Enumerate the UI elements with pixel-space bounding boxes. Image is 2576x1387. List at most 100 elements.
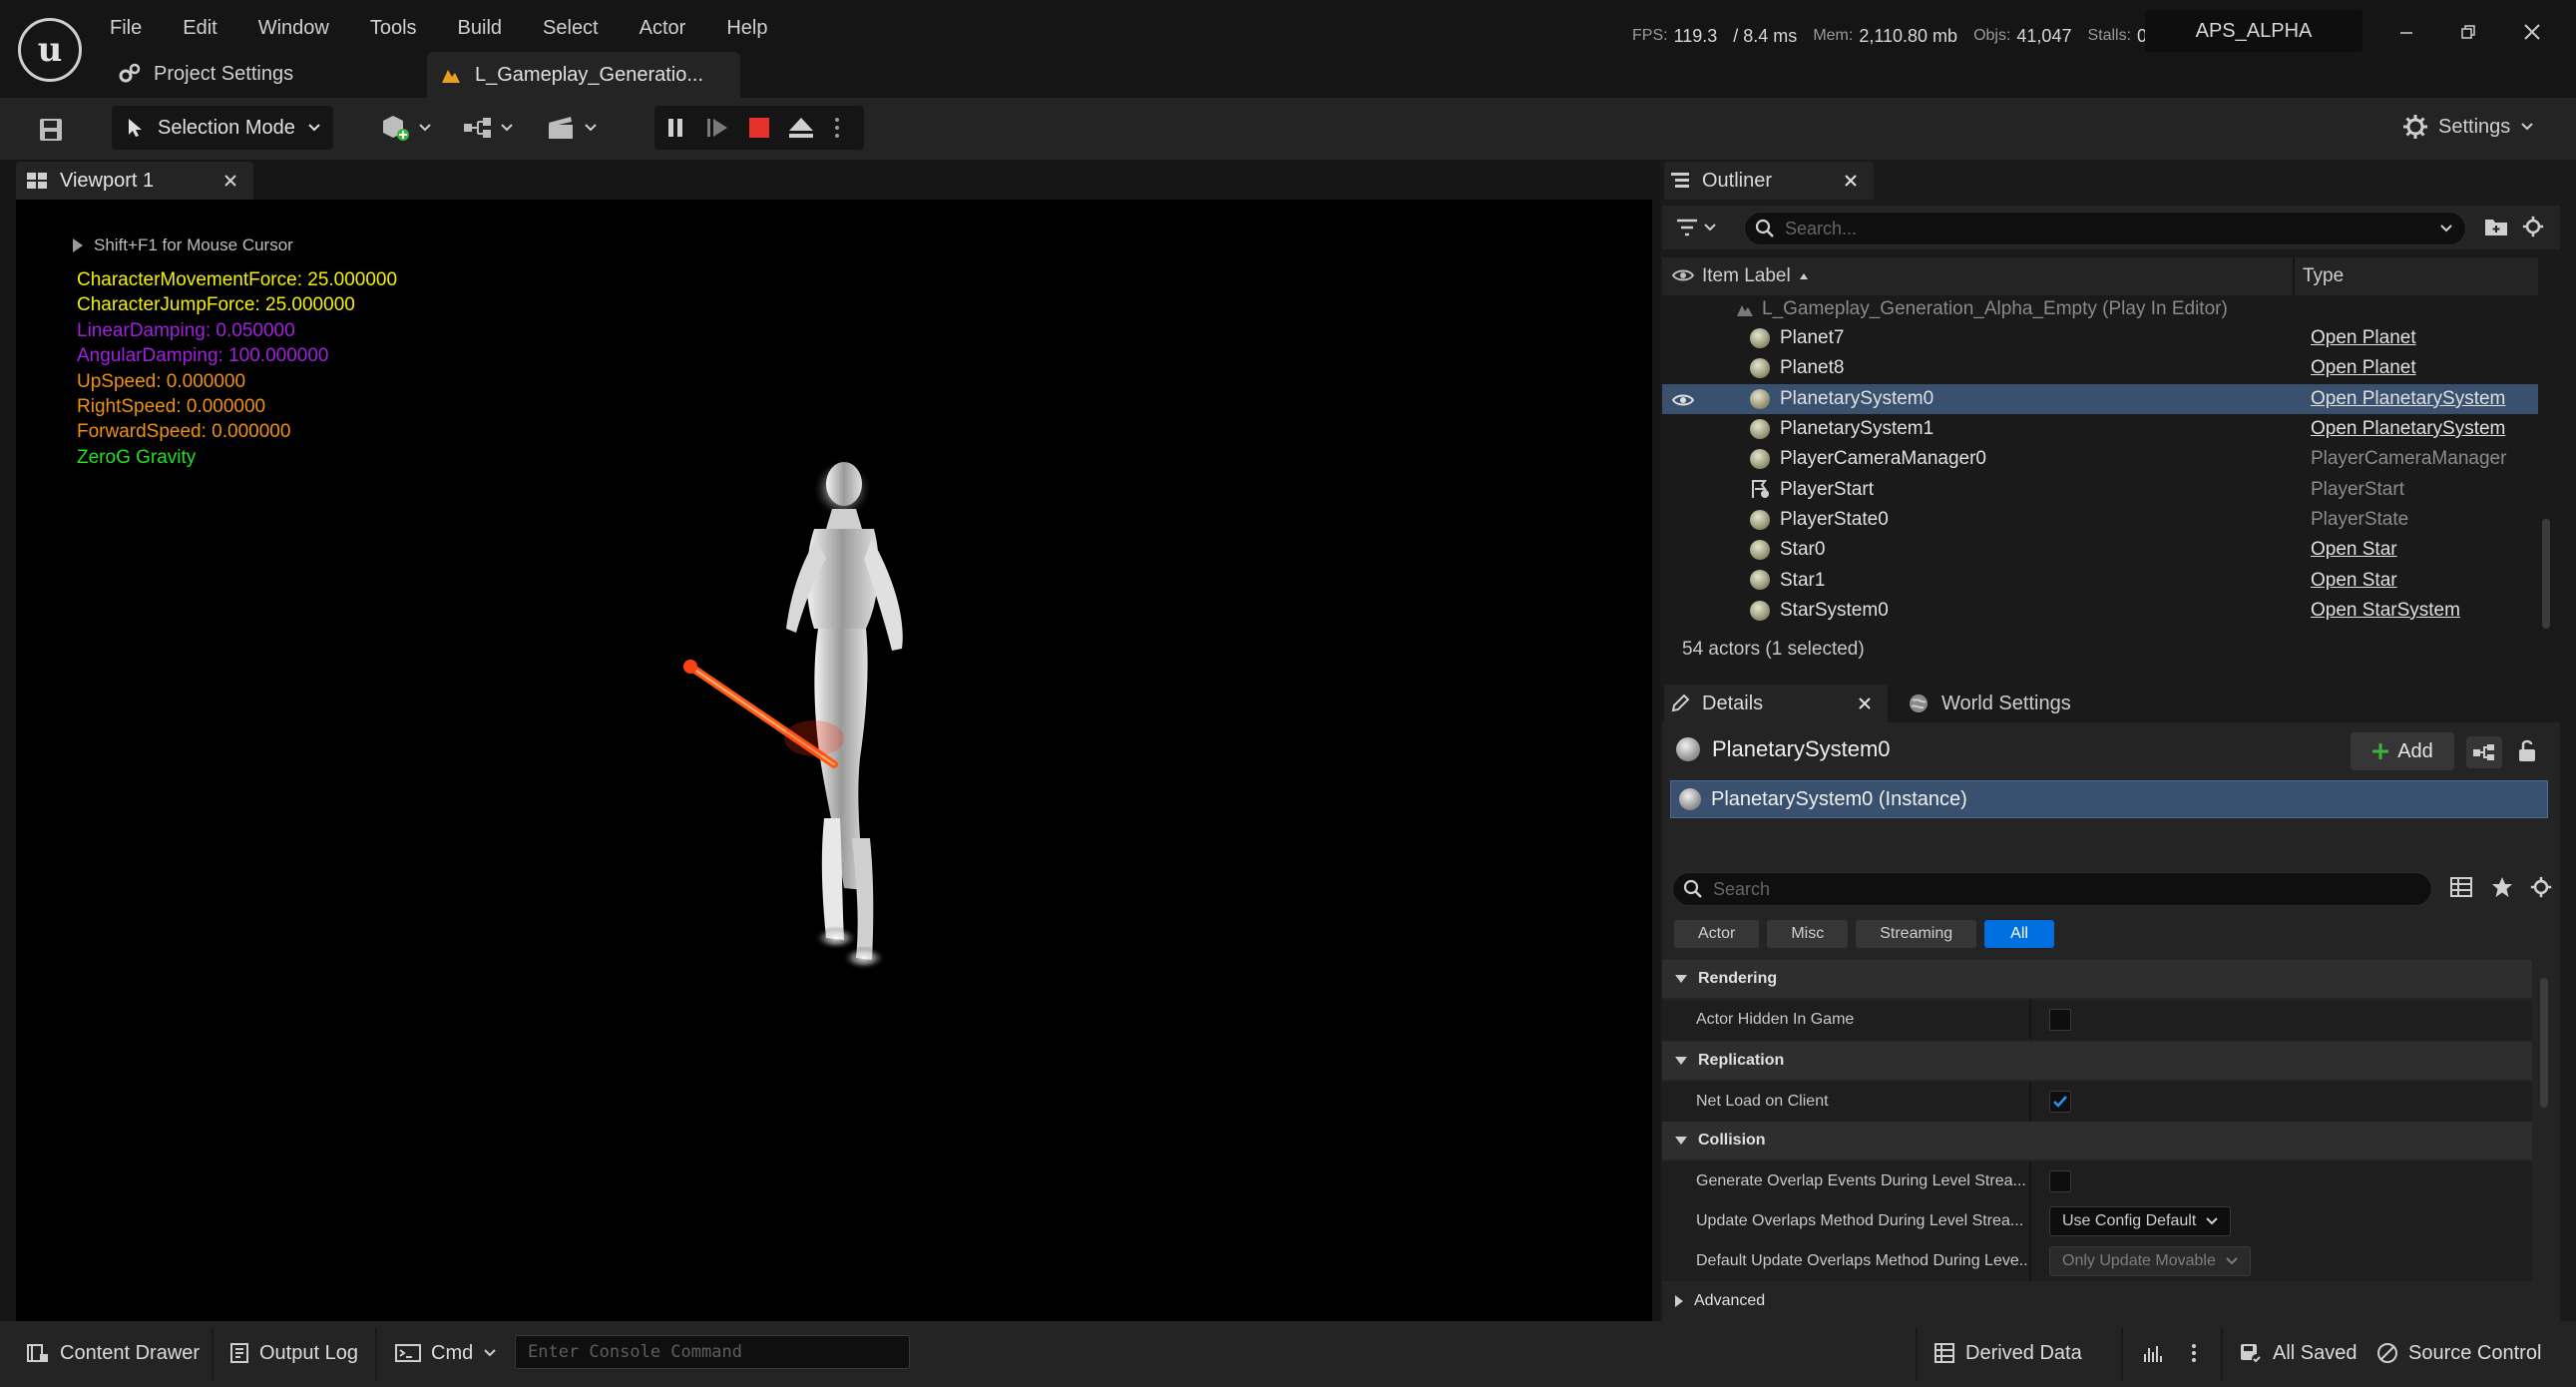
trace-button[interactable] — [2141, 1333, 2163, 1373]
fps-label: FPS: — [1632, 27, 1668, 44]
outliner-row[interactable]: PlanetarySystem1 Open PlanetarySystem — [1662, 414, 2538, 444]
menu-help[interactable]: Help — [726, 17, 767, 40]
settings-button[interactable]: Settings — [2402, 112, 2534, 142]
outliner-type-link[interactable]: Open Star — [2311, 570, 2397, 592]
minimize-button[interactable] — [2386, 14, 2426, 50]
close-icon[interactable] — [223, 174, 237, 188]
outliner-row[interactable]: PlayerCameraManager0 PlayerCameraManager — [1662, 444, 2538, 474]
eject-button[interactable] — [780, 117, 822, 139]
all-saved-button[interactable]: All Saved — [2239, 1333, 2358, 1373]
menu-edit[interactable]: Edit — [183, 17, 216, 40]
save-button[interactable] — [28, 110, 72, 150]
world-settings-tab[interactable]: World Settings — [1908, 687, 2071, 720]
blueprint-button[interactable] — [461, 110, 513, 146]
add-actor-button[interactable] — [379, 110, 431, 146]
component-tree-root[interactable]: PlanetarySystem0 (Instance) — [1670, 780, 2548, 818]
outliner-root-row[interactable]: L_Gameplay_Generation_Alpha_Empty (Play … — [1662, 295, 2538, 323]
category-replication[interactable]: Replication — [1662, 1042, 2532, 1080]
close-icon[interactable] — [1844, 174, 1858, 188]
filter-misc[interactable]: Misc — [1767, 920, 1849, 948]
outliner-row[interactable]: StarSystem0 Open StarSystem — [1662, 596, 2538, 626]
table-view-button[interactable] — [2450, 876, 2472, 898]
outliner-row[interactable]: PlayerStart PlayerStart — [1662, 474, 2538, 504]
net-load-checkbox[interactable] — [2049, 1088, 2071, 1113]
outliner-row[interactable]: Star1 Open Star — [1662, 565, 2538, 595]
actor-hidden-checkbox[interactable] — [2049, 1006, 2071, 1031]
cinematics-button[interactable] — [545, 110, 597, 146]
filter-streaming[interactable]: Streaming — [1856, 920, 1977, 948]
outliner-row[interactable]: PlanetarySystem0 Open PlanetarySystem — [1662, 383, 2538, 414]
console-command-input[interactable]: Enter Console Command — [515, 1335, 910, 1369]
pause-button[interactable] — [654, 117, 696, 139]
outliner-type-link[interactable]: Open Star — [2311, 539, 2397, 561]
filter-all[interactable]: All — [1984, 920, 2054, 948]
column-divider[interactable] — [2029, 1241, 2031, 1281]
item-label-column-header[interactable]: Item Label — [1702, 265, 1809, 287]
source-control-button[interactable]: Source Control — [2376, 1333, 2541, 1373]
visibility-column-icon[interactable] — [1672, 267, 1694, 283]
outliner-row[interactable]: Planet7 Open Planet — [1662, 323, 2538, 353]
outliner-type-link[interactable]: Open Planet — [2311, 357, 2416, 379]
category-rendering[interactable]: Rendering — [1662, 960, 2532, 998]
status-options-button[interactable] — [2191, 1333, 2197, 1373]
menu-select[interactable]: Select — [543, 17, 599, 40]
outliner-settings-button[interactable] — [2522, 216, 2544, 237]
content-drawer-button[interactable]: Content Drawer — [26, 1333, 200, 1373]
outliner-row[interactable]: Star0 Open Star — [1662, 535, 2538, 565]
visibility-eye-icon[interactable] — [1672, 392, 1694, 408]
type-column-header[interactable]: Type — [2303, 265, 2344, 287]
project-settings-tab[interactable]: Project Settings — [118, 60, 293, 88]
generate-overlap-checkbox[interactable] — [2049, 1167, 2071, 1192]
output-log-button[interactable]: Output Log — [229, 1333, 358, 1373]
add-component-button[interactable]: Add — [2351, 732, 2454, 770]
update-overlaps-dropdown[interactable]: Use Config Default — [2049, 1206, 2232, 1236]
outliner-tab[interactable]: Outliner — [1664, 162, 1874, 200]
details-tab[interactable]: Details — [1664, 685, 1888, 722]
outliner-filter-button[interactable] — [1676, 218, 1716, 237]
outliner-type-link[interactable]: Open StarSystem — [2311, 600, 2460, 622]
blueprint-convert-button[interactable] — [2466, 736, 2502, 768]
column-divider[interactable] — [2029, 1201, 2031, 1241]
category-collision[interactable]: Collision — [1662, 1122, 2532, 1159]
default-update-overlaps-dropdown: Only Update Movable — [2049, 1246, 2251, 1276]
details-search-input[interactable]: Search — [1672, 872, 2432, 906]
close-window-button[interactable] — [2512, 14, 2552, 50]
viewport-tab[interactable]: Viewport 1 — [16, 162, 253, 200]
stop-button[interactable] — [738, 117, 780, 139]
outliner-row[interactable]: Planet8 Open Planet — [1662, 353, 2538, 383]
filter-actor[interactable]: Actor — [1674, 920, 1760, 948]
menu-build[interactable]: Build — [458, 17, 502, 40]
close-icon[interactable] — [1858, 696, 1872, 710]
frame-skip-button[interactable] — [696, 117, 738, 139]
unreal-logo-icon[interactable]: u — [18, 18, 82, 82]
column-divider[interactable] — [2029, 1161, 2031, 1201]
level-tab[interactable]: L_Gameplay_Generatio... — [427, 52, 740, 98]
cmd-dropdown[interactable]: Cmd — [395, 1333, 497, 1373]
selection-mode-dropdown[interactable]: Selection Mode — [112, 106, 333, 150]
outliner-type-link[interactable]: Open PlanetarySystem — [2311, 418, 2505, 440]
menu-file[interactable]: File — [110, 17, 142, 40]
fps-value: 119.3 — [1673, 25, 1718, 46]
play-options-button[interactable] — [822, 117, 852, 139]
category-advanced[interactable]: Advanced — [1662, 1283, 2532, 1319]
lock-button[interactable] — [2516, 738, 2538, 762]
menu-window[interactable]: Window — [258, 17, 329, 40]
column-divider[interactable] — [2029, 1082, 2031, 1122]
derived-data-button[interactable]: Derived Data — [1933, 1333, 2082, 1373]
details-settings-button[interactable] — [2530, 876, 2552, 898]
outliner-search-input[interactable]: Search... — [1744, 212, 2466, 245]
outliner-scrollbar[interactable] — [2542, 519, 2550, 629]
menu-actor[interactable]: Actor — [640, 17, 686, 40]
restore-button[interactable] — [2448, 14, 2488, 50]
outliner-type-link[interactable]: Open PlanetarySystem — [2311, 388, 2505, 410]
column-divider[interactable] — [2293, 257, 2295, 295]
mouse-cursor-hint: Shift+F1 for Mouse Cursor — [72, 235, 293, 255]
column-divider[interactable] — [2029, 1000, 2031, 1040]
outliner-type-link[interactable]: Open Planet — [2311, 327, 2416, 349]
favorites-button[interactable] — [2490, 875, 2514, 899]
player-start-icon — [1750, 479, 1772, 499]
add-folder-button[interactable] — [2484, 216, 2508, 237]
menu-tools[interactable]: Tools — [370, 17, 417, 40]
details-scrollbar[interactable] — [2540, 978, 2548, 1108]
outliner-row[interactable]: PlayerState0 PlayerState — [1662, 505, 2538, 535]
